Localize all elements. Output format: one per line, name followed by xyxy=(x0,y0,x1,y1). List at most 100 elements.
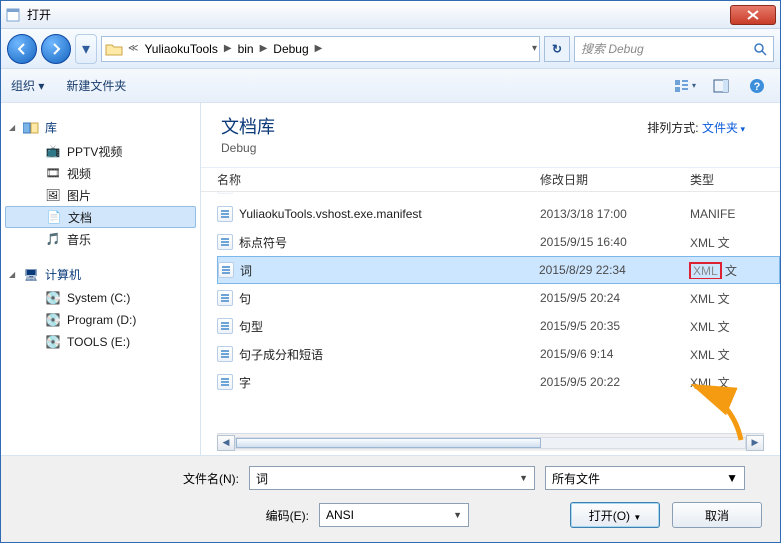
music-icon: 🎵 xyxy=(45,231,61,247)
organize-menu[interactable]: 组织 ▾ xyxy=(11,77,44,94)
window-title: 打开 xyxy=(27,6,730,23)
libraries-header[interactable]: ◢ 库 xyxy=(5,115,196,140)
file-date: 2015/9/6 9:14 xyxy=(540,347,690,361)
file-date: 2015/9/15 16:40 xyxy=(540,235,690,249)
chevron-down-icon[interactable]: ▼ xyxy=(519,473,528,483)
help-button[interactable]: ? xyxy=(744,75,770,97)
sidebar: ◢ 库 📺PPTV视频 🎞视频 🖼图片 📄文档 🎵音乐 ◢ 🖥 计算机 xyxy=(1,103,201,455)
filetype-filter[interactable]: 所有文件 ▼ xyxy=(545,466,745,490)
drive-icon: 💽 xyxy=(45,290,61,306)
col-type[interactable]: 类型 xyxy=(690,171,780,188)
libraries-group: ◢ 库 📺PPTV视频 🎞视频 🖼图片 📄文档 🎵音乐 xyxy=(5,115,196,250)
document-icon: 📄 xyxy=(46,209,62,225)
file-type: XML 文 xyxy=(690,234,780,251)
sidebar-item-drive-e[interactable]: 💽TOOLS (E:) xyxy=(5,331,196,353)
preview-pane-button[interactable] xyxy=(708,75,734,97)
body: ◢ 库 📺PPTV视频 🎞视频 🖼图片 📄文档 🎵音乐 ◢ 🖥 计算机 xyxy=(1,103,780,455)
col-date[interactable]: 修改日期 xyxy=(540,171,690,188)
expand-icon: ◢ xyxy=(9,270,15,279)
view-mode-button[interactable] xyxy=(672,75,698,97)
file-row[interactable]: 句2015/9/5 20:24XML 文 xyxy=(217,284,780,312)
expand-icon: ◢ xyxy=(9,123,15,132)
encoding-select[interactable]: ANSI ▼ xyxy=(319,503,469,527)
drive-icon: 💽 xyxy=(45,312,61,328)
new-folder-button[interactable]: 新建文件夹 xyxy=(66,77,126,94)
main-panel: 文档库 Debug 排列方式: 文件夹 名称 修改日期 类型 YuliaokuT… xyxy=(201,103,780,455)
file-name: 句子成分和短语 xyxy=(239,346,323,363)
libraries-label: 库 xyxy=(45,119,57,136)
chevron-right-icon[interactable]: ▶ xyxy=(313,37,325,61)
video-icon: 🎞 xyxy=(45,165,61,181)
filename-input[interactable]: 词 ▼ xyxy=(249,466,535,490)
chevron-down-icon[interactable]: ▼ xyxy=(726,471,738,485)
file-row[interactable]: 词2015/8/29 22:34XML 文 xyxy=(217,256,780,284)
sidebar-item-drive-c[interactable]: 💽System (C:) xyxy=(5,287,196,309)
file-row[interactable]: 字2015/9/5 20:22XML 文 xyxy=(217,368,780,396)
folder-icon xyxy=(102,38,126,60)
sidebar-item-documents[interactable]: 📄文档 xyxy=(5,206,196,228)
nav-history-dropdown[interactable]: ▾ xyxy=(75,34,97,64)
col-name[interactable]: 名称 xyxy=(217,171,540,188)
search-input[interactable]: 搜索 Debug xyxy=(574,36,774,62)
libraries-icon xyxy=(23,120,39,136)
file-date: 2015/9/5 20:24 xyxy=(540,291,690,305)
file-list[interactable]: YuliaokuTools.vshost.exeYuliaokuTools.vs… xyxy=(201,192,780,433)
footer: 文件名(N): 词 ▼ 所有文件 ▼ 编码(E): ANSI ▼ 打开(O) ▼… xyxy=(1,455,780,542)
titlebar: 打开 xyxy=(1,1,780,29)
nav-row: ▾ ≪ YuliaokuTools ▶ bin ▶ Debug ▶ ▾ ↻ 搜索… xyxy=(1,29,780,69)
file-date: 2013/3/18 17:00 xyxy=(540,207,690,221)
breadcrumb-seg[interactable]: Debug xyxy=(269,37,312,61)
refresh-button[interactable]: ↻ xyxy=(544,36,570,62)
file-type: XML 文 xyxy=(690,290,780,307)
sidebar-item-pptv[interactable]: 📺PPTV视频 xyxy=(5,140,196,162)
forward-button[interactable] xyxy=(41,34,71,64)
search-icon xyxy=(753,42,767,56)
library-header: 文档库 Debug 排列方式: 文件夹 xyxy=(201,103,780,168)
chevron-right-icon[interactable]: ▶ xyxy=(258,37,270,61)
file-date: 2015/9/5 20:35 xyxy=(540,319,690,333)
breadcrumb-seg[interactable]: YuliaokuTools xyxy=(140,37,221,61)
file-name: YuliaokuTools.vshost.exe.manifest xyxy=(239,207,422,221)
column-headers[interactable]: 名称 修改日期 类型 xyxy=(201,168,780,192)
file-icon xyxy=(217,374,233,390)
scroll-track[interactable] xyxy=(235,437,746,449)
scroll-thumb[interactable] xyxy=(236,438,541,448)
close-button[interactable] xyxy=(730,5,776,25)
scroll-right-button[interactable]: ▶ xyxy=(746,435,764,451)
file-icon xyxy=(217,206,233,222)
open-button[interactable]: 打开(O) ▼ xyxy=(570,502,660,528)
computer-header[interactable]: ◢ 🖥 计算机 xyxy=(5,262,196,287)
file-icon xyxy=(217,234,233,250)
file-date: 2015/8/29 22:34 xyxy=(539,263,689,277)
file-icon xyxy=(217,346,233,362)
file-row[interactable]: 句子成分和短语2015/9/6 9:14XML 文 xyxy=(217,340,780,368)
address-dropdown[interactable]: ▾ xyxy=(530,37,539,61)
back-button[interactable] xyxy=(7,34,37,64)
sidebar-item-music[interactable]: 🎵音乐 xyxy=(5,228,196,250)
chevron-right-icon[interactable]: ≪ xyxy=(126,37,140,61)
horizontal-scrollbar[interactable]: ◀ ▶ xyxy=(217,433,764,451)
scroll-left-button[interactable]: ◀ xyxy=(217,435,235,451)
file-row[interactable]: 标点符号2015/9/15 16:40XML 文 xyxy=(217,228,780,256)
sort-dropdown[interactable]: 文件夹 xyxy=(702,121,745,135)
sidebar-item-pictures[interactable]: 🖼图片 xyxy=(5,184,196,206)
library-subtitle: Debug xyxy=(221,141,760,155)
sort-label: 排列方式: xyxy=(647,121,698,135)
chevron-down-icon[interactable]: ▼ xyxy=(453,510,462,520)
file-icon xyxy=(218,262,234,278)
filename-value: 词 xyxy=(256,470,268,487)
breadcrumb-seg[interactable]: bin xyxy=(234,37,258,61)
file-row[interactable]: YuliaokuTools.vshost.exe.manifest 2013/3/… xyxy=(217,200,780,228)
svg-text:?: ? xyxy=(754,81,761,93)
cancel-button[interactable]: 取消 xyxy=(672,502,762,528)
sidebar-item-videos[interactable]: 🎞视频 xyxy=(5,162,196,184)
filename-label: 文件名(N): xyxy=(19,470,239,487)
encoding-value: ANSI xyxy=(326,508,354,522)
computer-label: 计算机 xyxy=(45,266,81,283)
chevron-right-icon[interactable]: ▶ xyxy=(222,37,234,61)
file-row[interactable]: 句型2015/9/5 20:35XML 文 xyxy=(217,312,780,340)
encoding-label: 编码(E): xyxy=(19,507,309,524)
file-icon xyxy=(217,318,233,334)
sidebar-item-drive-d[interactable]: 💽Program (D:) xyxy=(5,309,196,331)
address-bar[interactable]: ≪ YuliaokuTools ▶ bin ▶ Debug ▶ ▾ xyxy=(101,36,540,62)
